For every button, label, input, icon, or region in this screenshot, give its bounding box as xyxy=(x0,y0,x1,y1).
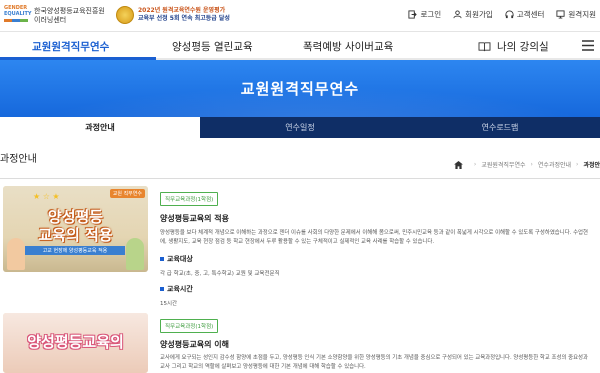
course-thumbnail[interactable]: 양성평등교육의 xyxy=(3,313,148,373)
nav-teacher-training[interactable]: 교원원격직무연수 xyxy=(32,39,109,54)
hero-title: 교원원격직무연수 xyxy=(240,80,360,98)
remote-support-label: 원격지원 xyxy=(568,10,596,19)
target-value: 각 급 학교(초, 중, 고, 특수학교) 교원 및 교육전문직 xyxy=(160,271,280,277)
gender-equality-logo[interactable]: GENDER EQUALITY xyxy=(4,5,32,27)
course-info: 직무교육과정(1학점) 양성평등교육의 이해 교사에게 요구되는 성인지 감수성… xyxy=(160,313,598,372)
tab-roadmap[interactable]: 연수로드맵 xyxy=(400,117,600,138)
org-line2: 이러닝센터 xyxy=(34,16,67,24)
course-description: 교사에게 요구되는 성인지 감수성 함양에 초점을 두고, 양성평등 인식 기본… xyxy=(160,355,588,370)
target-label: 교육대상 xyxy=(160,254,598,264)
home-icon[interactable] xyxy=(453,160,463,169)
login-link[interactable]: 로그인 xyxy=(408,9,441,20)
hamburger-icon[interactable] xyxy=(582,40,594,51)
user-icon xyxy=(453,10,462,19)
logo-bar xyxy=(4,19,28,22)
sub-tabs: 과정안내 연수일정 연수로드맵 xyxy=(0,117,600,138)
book-icon xyxy=(478,42,491,52)
section-divider xyxy=(0,178,600,179)
main-nav: 교원원격직무연수 양성평등 열린교육 폭력예방 사이버교육 나의 강의실 xyxy=(0,32,600,60)
signup-link[interactable]: 회원가입 xyxy=(453,9,493,20)
page-title: 과정안내 xyxy=(0,154,37,165)
logo-line2: EQUALITY xyxy=(4,11,32,17)
nav-violence-prevention[interactable]: 폭력예방 사이버교육 xyxy=(303,39,393,54)
thumbnail-subtitle: 고교 현장에 양성평등교육 적용 xyxy=(25,246,125,255)
award-banner: 2022년 원격교육연수원 운영평가 교육부 선정 5회 연속 최고등급 달성 xyxy=(116,6,230,24)
org-name[interactable]: 한국양성평등교육진흥원 이러닝센터 xyxy=(34,7,105,25)
login-label: 로그인 xyxy=(420,10,442,19)
top-bar: GENDER EQUALITY 한국양성평등교육진흥원 이러닝센터 2022년 … xyxy=(0,0,600,32)
hours-value: 15시간 xyxy=(160,301,178,307)
course-badge: 직무교육과정(1학점) xyxy=(160,192,219,206)
tab-course-info[interactable]: 과정안내 xyxy=(0,117,200,138)
hero-banner: 교원원격직무연수 xyxy=(0,60,600,117)
stars-decoration: ★ ☆ ★ xyxy=(33,192,60,201)
course-description: 양성평등을 보다 체계적 개념으로 이해하는 과정으로 젠더 이슈를 사회의 다… xyxy=(160,230,588,245)
nav-my-classroom[interactable]: 나의 강의실 xyxy=(478,39,549,54)
breadcrumb-sep: › xyxy=(530,161,533,168)
hours-label: 교육시간 xyxy=(160,284,598,294)
course-badge: 직무교육과정(1학점) xyxy=(160,319,219,333)
thumbnail-title-line1: 양성평등교육의 xyxy=(27,333,124,351)
award-line1: 2022년 원격교육연수원 운영평가 xyxy=(138,7,226,14)
breadcrumb-item-2[interactable]: 연수과정안내 xyxy=(538,160,571,169)
medal-icon xyxy=(116,6,134,24)
org-line1: 한국양성평등교육진흥원 xyxy=(34,7,105,15)
support-label: 고객센터 xyxy=(516,10,545,19)
child-figure xyxy=(7,238,25,270)
course-title[interactable]: 양성평등교육의 이해 xyxy=(160,339,598,350)
thumbnail-ribbon: 교원 직무연수 xyxy=(109,189,145,198)
headset-icon xyxy=(505,10,514,19)
course-info: 직무교육과정(1학점) 양성평등교육의 적용 양성평등을 보다 체계적 개념으로… xyxy=(160,186,598,307)
signup-label: 회원가입 xyxy=(465,10,493,19)
nav-open-education[interactable]: 양성평등 열린교육 xyxy=(172,39,253,54)
tab-schedule[interactable]: 연수일정 xyxy=(200,117,400,138)
remote-support-link[interactable]: 원격지원 xyxy=(556,9,596,20)
award-line2: 교육부 선정 5회 연속 최고등급 달성 xyxy=(138,15,230,22)
child-figure xyxy=(126,238,144,270)
breadcrumb-sep: › xyxy=(473,161,477,168)
utility-menu: 로그인 회원가입 고객센터 원격지원 xyxy=(408,9,596,20)
course-thumbnail[interactable]: ★ ☆ ★ 교원 직무연수 양성평등 교육의 적용 고교 현장에 양성평등교육 … xyxy=(3,186,148,272)
course-title[interactable]: 양성평등교육의 적용 xyxy=(160,213,598,224)
login-icon xyxy=(408,10,418,19)
monitor-icon xyxy=(556,10,565,19)
breadcrumb-sep: › xyxy=(576,161,579,168)
breadcrumb: › 교원원격직무연수 › 연수과정안내 › 과정안 xyxy=(453,160,600,169)
my-classroom-label: 나의 강의실 xyxy=(497,41,549,53)
support-link[interactable]: 고객센터 xyxy=(505,9,545,20)
breadcrumb-item-1[interactable]: 교원원격직무연수 xyxy=(481,160,525,169)
breadcrumb-current: 과정안 xyxy=(583,162,600,169)
